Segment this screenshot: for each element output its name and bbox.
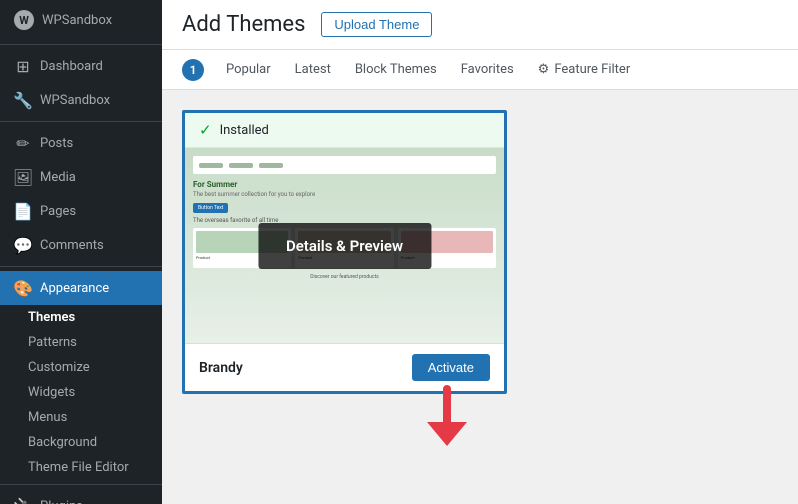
preview-nav-dot2 [229,163,253,168]
submenu-menus[interactable]: Menus [0,405,162,430]
sidebar-item-comments[interactable]: 💬 Comments [0,228,162,262]
arrow-indicator [417,384,477,449]
sidebar-item-label: Media [40,170,76,185]
preview-discover: Discover our featured products [193,274,496,280]
preview-btn: Button Text [193,203,228,213]
preview-nav-dot3 [259,163,283,168]
submenu-themes[interactable]: Themes [0,305,162,330]
themes-grid: ✓ Installed For Summer The best summer c… [162,90,798,484]
theme-preview: For Summer The best summer collection fo… [185,148,504,343]
tab-feature-filter[interactable]: ⚙ Feature Filter [528,54,641,85]
sidebar-item-label: Pages [40,204,76,219]
sidebar-item-label: Dashboard [40,59,103,74]
details-preview-overlay[interactable]: Details & Preview [258,223,431,269]
plugins-icon: 🔌 [14,497,32,504]
sidebar-item-label: Posts [40,136,73,151]
submenu-patterns[interactable]: Patterns [0,330,162,355]
appearance-submenu: Themes Patterns Customize Widgets Menus … [0,305,162,480]
wpsandbox-icon: 🔧 [14,91,32,109]
sidebar-item-label: Appearance [40,281,109,296]
sidebar-item-media[interactable]: 🖼 Media [0,160,162,194]
submenu-theme-file-editor[interactable]: Theme File Editor [0,455,162,480]
sidebar-item-label: WPSandbox [40,93,110,108]
main-content: Add Themes Upload Theme 1 Popular Latest… [162,0,798,504]
sidebar-item-posts[interactable]: ✏ Posts [0,126,162,160]
installed-label: Installed [220,123,269,138]
check-icon: ✓ [199,121,212,139]
sidebar-item-wpsandbox[interactable]: 🔧 WPSandbox [0,83,162,117]
media-icon: 🖼 [14,168,32,186]
tab-popular[interactable]: Popular [216,54,281,85]
sidebar-item-label: Comments [40,238,104,253]
preview-nav-dot [199,163,223,168]
sidebar-item-pages[interactable]: 📄 Pages [0,194,162,228]
tab-favorites[interactable]: Favorites [451,54,524,85]
tabs-bar: 1 Popular Latest Block Themes Favorites … [162,50,798,90]
theme-card-brandy: ✓ Installed For Summer The best summer c… [182,110,507,394]
tab-block-themes[interactable]: Block Themes [345,54,447,85]
sidebar-item-dashboard[interactable]: ⊞ Dashboard [0,49,162,83]
page-title: Add Themes [182,12,305,37]
site-name: WPSandbox [42,13,112,28]
submenu-customize[interactable]: Customize [0,355,162,380]
comments-icon: 💬 [14,236,32,254]
sidebar: W WPSandbox ⊞ Dashboard 🔧 WPSandbox ✏ Po… [0,0,162,504]
appearance-icon: 🎨 [14,279,32,297]
preview-nav [193,156,496,174]
sidebar-item-appearance[interactable]: 🎨 Appearance [0,271,162,305]
theme-count-badge: 1 [182,59,204,81]
activate-button[interactable]: Activate [412,354,490,381]
preview-subtitle: The best summer collection for you to ex… [193,191,496,198]
wp-icon: W [14,10,34,30]
upload-theme-button[interactable]: Upload Theme [321,12,432,37]
site-logo[interactable]: W WPSandbox [0,0,162,40]
submenu-background[interactable]: Background [0,430,162,455]
pages-icon: 📄 [14,202,32,220]
page-header: Add Themes Upload Theme [162,0,798,50]
sidebar-item-label: Plugins [40,499,83,504]
gear-icon: ⚙ [538,62,550,77]
dashboard-icon: ⊞ [14,57,32,75]
posts-icon: ✏ [14,134,32,152]
sidebar-item-plugins[interactable]: 🔌 Plugins [0,489,162,504]
tab-latest[interactable]: Latest [285,54,341,85]
installed-banner: ✓ Installed [185,113,504,148]
preview-title: For Summer [193,180,496,189]
submenu-widgets[interactable]: Widgets [0,380,162,405]
theme-name: Brandy [199,360,243,376]
arrow-container [182,394,507,464]
